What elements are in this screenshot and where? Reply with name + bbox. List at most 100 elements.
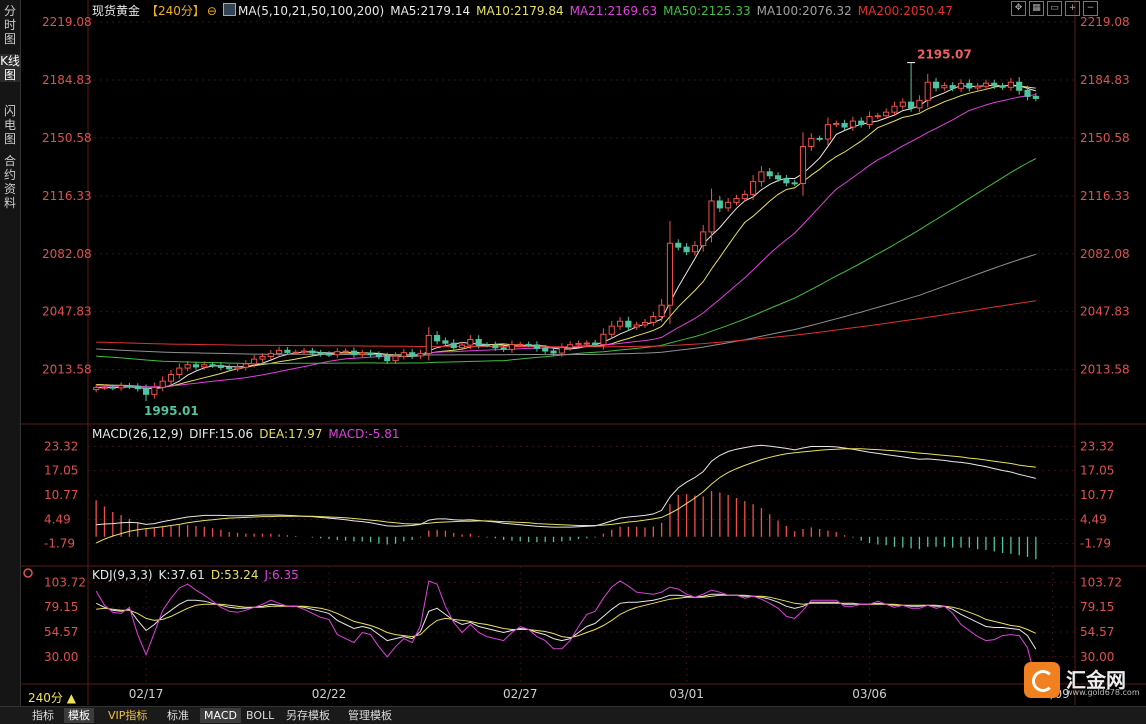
ma-indicator-icon[interactable]	[222, 3, 236, 16]
candle-up	[616, 320, 624, 327]
price-tick-left: 2047.83	[42, 305, 92, 319]
candle-down	[483, 344, 491, 347]
ma-legend: 现货黄金 【240分】 ⊖ MA(5,10,21,50,100,200) MA5:217…	[92, 2, 959, 19]
ma10-value: MA10:2179.84	[476, 4, 564, 18]
kdj-legend: KDJ(9,3,3) K:37.61 D:53.24 J:6.35	[92, 568, 305, 582]
zoom-out-icon[interactable]: −	[1083, 1, 1098, 16]
dea-line	[95, 448, 1036, 544]
window-controls: ✥ ▦ ▭ + −	[1011, 1, 1101, 20]
symbol-name[interactable]: 现货黄金	[92, 4, 140, 18]
candle-up	[799, 145, 807, 185]
kdj-settings-icon[interactable]	[23, 568, 33, 578]
price-tick-left: 2219.08	[42, 15, 92, 29]
kdj-params[interactable]: KDJ(9,3,3)	[92, 568, 153, 582]
bottom-tab-3[interactable]: 标准	[163, 708, 193, 723]
candle-down	[209, 364, 216, 367]
candle-up	[259, 356, 266, 360]
kdj-k-line	[95, 593, 1037, 650]
macd-params[interactable]: MACD(26,12,9)	[92, 427, 183, 441]
logo-mark-icon	[1024, 662, 1060, 698]
candle-up	[251, 358, 258, 365]
bottom-tab-1[interactable]: 模板	[64, 708, 94, 723]
macd-layer	[95, 444, 1037, 560]
macd-dea: DEA:17.97	[259, 427, 323, 441]
macd-value: MACD:-5.81	[328, 427, 400, 441]
high-label: 2195.07	[917, 48, 972, 62]
candle-down	[109, 386, 116, 389]
kdj-j: J:6.35	[264, 568, 299, 582]
kdj-tick-left: 79.15	[44, 600, 78, 614]
candle-up	[392, 355, 399, 362]
ma21-line	[96, 94, 1036, 388]
price-tick-right: 2116.33	[1080, 189, 1130, 203]
price-tick-right: 2013.58	[1080, 363, 1130, 377]
bottom-tab-7[interactable]: 管理模板	[344, 708, 396, 723]
bottom-tab-2[interactable]: VIP指标	[104, 708, 151, 723]
zoom-in-icon[interactable]: +	[1065, 1, 1080, 16]
kdj-k: K:37.61	[158, 568, 205, 582]
candle-down	[1016, 81, 1023, 91]
period-selector[interactable]: 240分 ▲	[28, 689, 76, 706]
candle-down	[217, 364, 224, 368]
bottom-tab-5[interactable]: BOLL	[242, 708, 278, 723]
expand-icon[interactable]: ✥	[1011, 1, 1026, 16]
candle-down	[1024, 89, 1031, 97]
candle-down	[783, 178, 790, 184]
date-tick-label: 03/01	[669, 687, 704, 701]
candle-down	[675, 242, 682, 248]
candle-down	[791, 182, 798, 185]
candle-up	[982, 82, 990, 87]
gold678-logo: 汇金网 www.gold678.com	[1024, 662, 1144, 704]
macd-tick-left: -1.79	[44, 537, 75, 551]
layout-grid-icon[interactable]: ▦	[1029, 1, 1044, 16]
bottom-tab-0[interactable]: 指标	[28, 708, 58, 723]
kdj-tick-right: 79.15	[1080, 600, 1114, 614]
candle-down	[550, 350, 557, 354]
candle-up	[974, 85, 981, 89]
price-tick-right: 2184.83	[1080, 73, 1130, 87]
chart-canvas[interactable]: 2195.071995.01 2219.08 2219.082184.83 2184…	[0, 0, 1146, 723]
candle-down	[409, 352, 416, 357]
price-tick-right: 2082.08	[1080, 247, 1130, 261]
bottom-tab-4[interactable]: MACD	[200, 708, 241, 723]
candle-up	[342, 350, 349, 353]
candle-up	[600, 333, 607, 346]
price-tick-right: 2047.83	[1080, 305, 1130, 319]
candle-down	[991, 82, 998, 87]
macd-tick-right: 4.49	[1080, 512, 1107, 526]
candle-up	[808, 137, 815, 147]
candle-up	[957, 82, 965, 89]
candle-down	[350, 350, 358, 356]
ma-params[interactable]: MA(5,10,21,50,100,200)	[238, 4, 384, 18]
bottom-tab-6[interactable]: 另存模板	[282, 708, 334, 723]
macd-diff: DIFF:15.06	[189, 427, 254, 441]
ma21-value: MA21:2169.63	[569, 4, 658, 18]
candle-down	[841, 122, 848, 128]
macd-tick-left: 23.32	[44, 439, 78, 453]
candle-layer: 2195.07 1995.01	[93, 48, 1039, 418]
candle-up	[334, 351, 341, 356]
ma50-line	[96, 158, 1037, 365]
candle-up	[159, 380, 166, 388]
candle-down	[126, 385, 133, 388]
period-tag[interactable]: 【240分】	[146, 4, 205, 18]
candle-down	[475, 339, 482, 346]
candle-up	[118, 385, 125, 389]
candle-up	[417, 352, 424, 357]
candle-down	[525, 343, 532, 346]
candle-down	[375, 354, 382, 358]
candle-up	[151, 386, 158, 395]
diff-line	[96, 444, 1036, 528]
candle-down	[192, 364, 200, 368]
circle-minus-icon[interactable]: ⊖	[207, 4, 217, 18]
ma5-value: MA5:2179.14	[390, 4, 471, 18]
candle-up	[184, 364, 191, 369]
kdj-tick-left: 30.00	[44, 650, 78, 664]
price-tick-left: 2150.58	[42, 131, 92, 145]
candle-down	[434, 334, 441, 342]
kdj-d-line	[96, 594, 1037, 639]
candle-down	[309, 350, 316, 354]
candle-up	[167, 374, 175, 382]
layout-single-icon[interactable]: ▭	[1047, 1, 1062, 16]
candle-down	[683, 246, 690, 253]
